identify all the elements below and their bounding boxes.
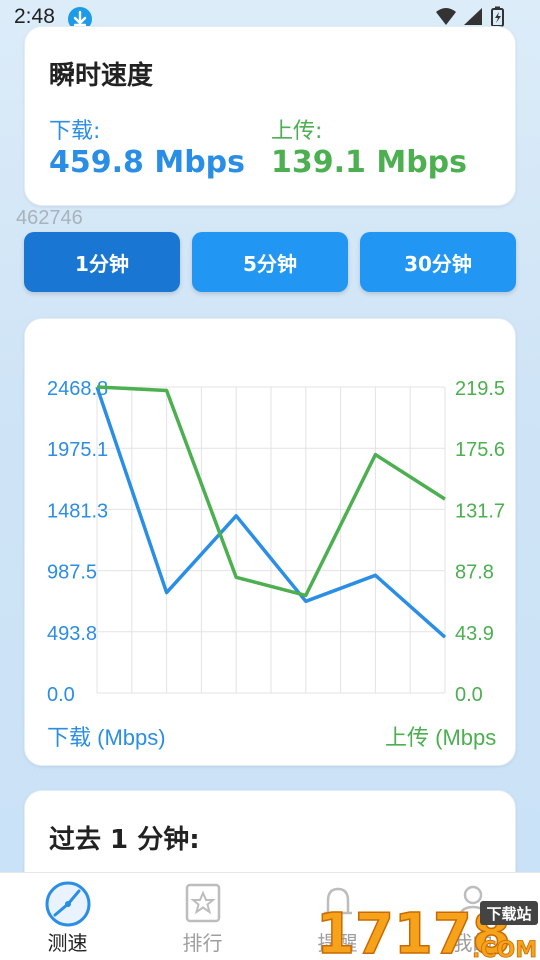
right-tick-label: 43.9 <box>455 623 494 645</box>
site-watermark-logo: 17178 .COM 下载站 <box>312 895 540 960</box>
left-tick-label: 987.5 <box>47 562 97 584</box>
right-tick-label: 219.5 <box>455 378 505 400</box>
range-button-1min[interactable]: 1分钟 <box>24 232 180 292</box>
battery-icon <box>491 6 504 27</box>
left-tick-label: 1481.3 <box>47 500 108 522</box>
nav-item-ranking[interactable]: 排行 <box>135 873 270 960</box>
right-tick-label: 87.8 <box>455 562 494 584</box>
right-axis-label: 上传 (Mbps <box>385 725 496 750</box>
right-tick-label: 175.6 <box>455 439 505 461</box>
nav-label: 测速 <box>47 931 88 955</box>
download-value: 459.8 Mbps <box>49 145 245 180</box>
speed-chart: 0.0493.8987.51481.31975.12468.80.043.987… <box>47 378 505 750</box>
upload-value: 139.1 Mbps <box>271 145 467 180</box>
nav-item-speedtest[interactable]: 测速 <box>0 873 135 960</box>
svg-text:.COM: .COM <box>472 938 537 960</box>
id-text: 462746 <box>16 207 83 229</box>
history-title: 过去 1 分钟: <box>49 825 200 855</box>
card-title: 瞬时速度 <box>49 61 154 91</box>
left-axis-label: 下载 (Mbps) <box>47 725 166 750</box>
svg-text:下载站: 下载站 <box>486 905 531 923</box>
left-tick-label: 493.8 <box>47 623 97 645</box>
right-tick-label: 131.7 <box>455 500 505 522</box>
wifi-icon <box>436 8 456 25</box>
ranking-star-icon <box>183 881 223 929</box>
status-icons <box>434 6 524 28</box>
download-label: 下载: <box>49 119 101 144</box>
instant-speed-card: 瞬时速度 下载: 459.8 Mbps 上传: 139.1 Mbps <box>24 26 516 206</box>
upload-label: 上传: <box>271 119 323 144</box>
speedometer-icon <box>43 881 93 931</box>
range-button-30min[interactable]: 30分钟 <box>360 232 516 292</box>
signal-icon <box>464 8 482 25</box>
right-tick-label: 0.0 <box>455 684 483 706</box>
speed-chart-card: 0.0 493.8 987.5 1481.3 1975.1 2468.8 0.0 43.9 87… <box>24 318 516 766</box>
left-tick-label: 0.0 <box>47 684 75 706</box>
nav-label: 排行 <box>182 931 223 955</box>
range-button-5min[interactable]: 5分钟 <box>192 232 348 292</box>
left-tick-label: 1975.1 <box>47 439 108 461</box>
